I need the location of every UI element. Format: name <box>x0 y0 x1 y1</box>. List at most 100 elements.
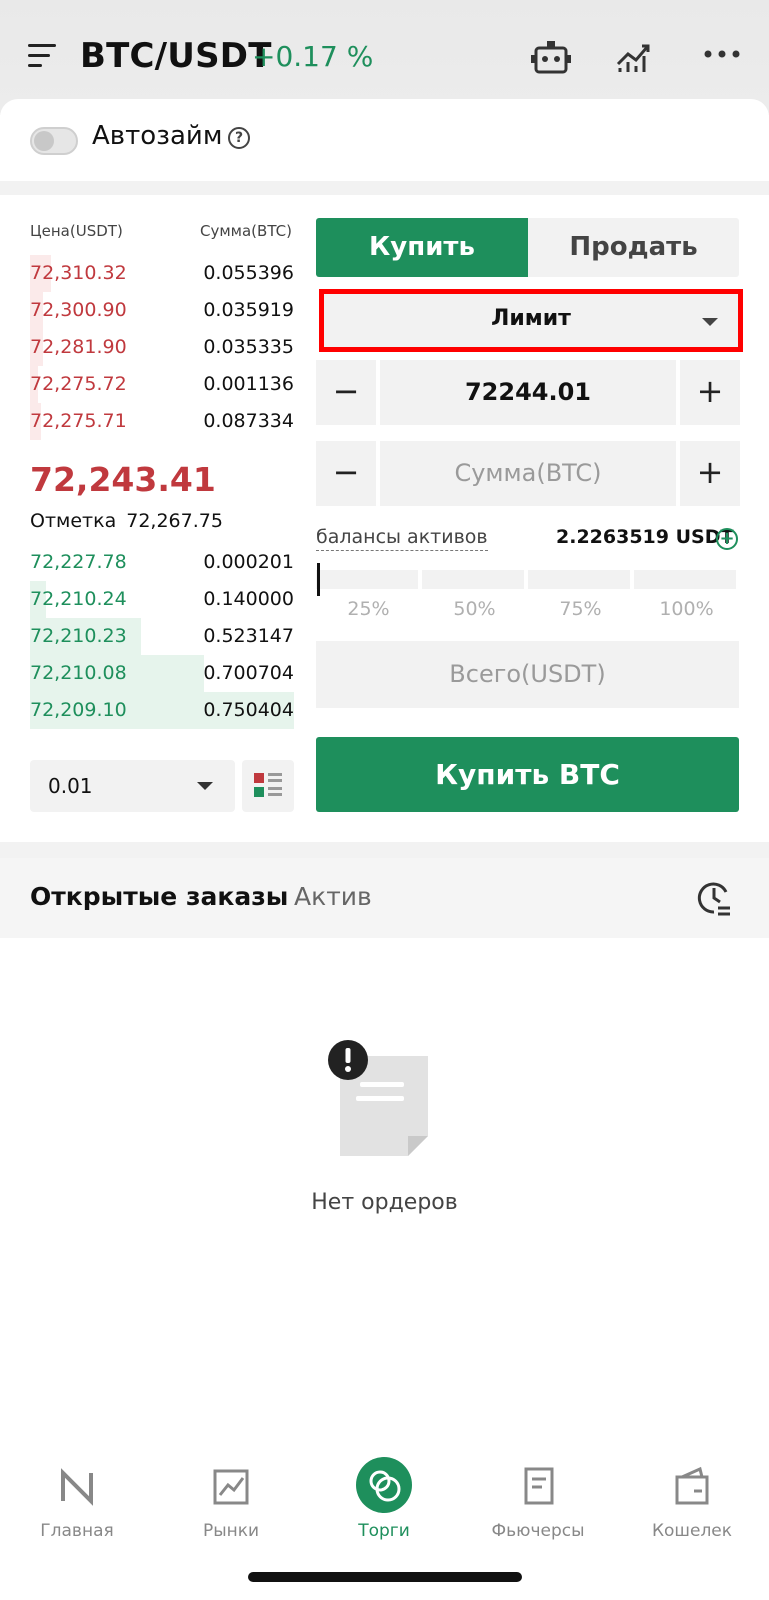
chevron-down-icon <box>702 318 718 326</box>
nav-wallet[interactable]: Кошелек <box>622 1455 762 1541</box>
pct-75[interactable]: 75% <box>528 598 633 620</box>
price-input[interactable]: 72244.01 <box>380 360 676 425</box>
total-input[interactable]: Всего(USDT) <box>316 641 739 708</box>
empty-orders-icon <box>328 1040 428 1156</box>
balance-label[interactable]: балансы активов <box>316 526 488 551</box>
nav-futures[interactable]: Фьючерсы <box>468 1455 608 1541</box>
mark-price: Отметка 72,267.75 <box>30 510 223 532</box>
chart-icon[interactable] <box>614 38 654 78</box>
nav-label: Кошелек <box>651 1521 733 1541</box>
bid-price: 72,210.23 <box>30 625 127 647</box>
help-icon[interactable]: ? <box>228 127 250 149</box>
more-icon[interactable] <box>704 48 740 60</box>
tab-open-orders[interactable]: Открытые заказы <box>30 882 288 911</box>
autozaim-label: Автозайм <box>92 121 223 151</box>
ask-amount: 0.001136 <box>203 373 294 395</box>
pct-50[interactable]: 50% <box>422 598 527 620</box>
menu-icon[interactable] <box>28 44 60 72</box>
bid-row[interactable]: 72,209.10 0.750404 <box>30 692 294 729</box>
order-type-label: Лимит <box>491 306 571 331</box>
bid-price: 72,210.24 <box>30 588 127 610</box>
bid-amount: 0.523147 <box>203 625 294 647</box>
ask-price: 72,310.32 <box>30 262 127 284</box>
amount-header: Сумма(BTC) <box>200 222 292 240</box>
nav-home[interactable]: Главная <box>7 1455 147 1541</box>
order-history-icon[interactable] <box>694 878 734 918</box>
price-change: +0.17 % <box>252 40 374 73</box>
tab-buy[interactable]: Купить <box>316 218 528 277</box>
home-indicator <box>248 1572 522 1582</box>
divider <box>0 842 769 858</box>
bid-row[interactable]: 72,210.23 0.523147 <box>30 618 294 655</box>
amount-input[interactable]: Сумма(BTC) <box>380 441 676 506</box>
ask-amount: 0.055396 <box>203 262 294 284</box>
home-logo-icon <box>61 1468 93 1506</box>
empty-orders-text: Нет ордеров <box>311 1190 458 1215</box>
slider-segment-75[interactable] <box>528 570 630 589</box>
mark-value: 72,267.75 <box>126 510 223 532</box>
amount-plus-button[interactable]: + <box>680 441 740 506</box>
price-minus-button[interactable]: − <box>316 360 376 425</box>
nav-label: Главная <box>40 1521 114 1541</box>
slider-segment-50[interactable] <box>422 570 524 589</box>
price-plus-button[interactable]: + <box>680 360 740 425</box>
price-header: Цена(USDT) <box>30 222 123 240</box>
slider-segment-100[interactable] <box>634 570 736 589</box>
slider-segment-25[interactable] <box>316 570 418 589</box>
tab-sell[interactable]: Продать <box>528 218 739 277</box>
add-funds-icon[interactable]: + <box>716 528 738 550</box>
nav-trade[interactable]: Торги <box>314 1455 454 1541</box>
divider <box>0 181 769 195</box>
robot-icon[interactable] <box>530 38 572 78</box>
ask-row[interactable]: 72,310.32 0.055396 <box>30 255 294 292</box>
bid-row[interactable]: 72,210.08 0.700704 <box>30 655 294 692</box>
ask-amount: 0.035919 <box>203 299 294 321</box>
slider-handle[interactable] <box>317 563 320 596</box>
autozaim-bar: Автозайм ? <box>0 99 769 181</box>
depth-step-select[interactable]: 0.01 <box>30 760 235 812</box>
pct-100[interactable]: 100% <box>634 598 739 620</box>
balance-value: 2.2263519 USDT <box>556 526 734 548</box>
autozaim-toggle[interactable] <box>30 127 78 155</box>
bid-row[interactable]: 72,227.78 0.000201 <box>30 544 294 581</box>
bid-price: 72,227.78 <box>30 551 127 573</box>
ask-price: 72,281.90 <box>30 336 127 358</box>
bid-amount: 0.700704 <box>203 662 294 684</box>
orderbook-view-button[interactable] <box>242 760 294 812</box>
amount-minus-button[interactable]: − <box>316 441 376 506</box>
top-header: BTC/USDT +0.17 % <box>0 0 769 115</box>
pct-25[interactable]: 25% <box>316 598 421 620</box>
bid-amount: 0.000201 <box>203 551 294 573</box>
ask-row[interactable]: 72,275.72 0.001136 <box>30 366 294 403</box>
bid-price: 72,209.10 <box>30 699 127 721</box>
bid-amount: 0.750404 <box>203 699 294 721</box>
buy-btc-button[interactable]: Купить BTC <box>316 737 739 812</box>
trade-icon <box>356 1457 412 1513</box>
nav-markets[interactable]: Рынки <box>161 1455 301 1541</box>
mark-label: Отметка <box>30 510 117 532</box>
wallet-icon <box>675 1466 709 1505</box>
depth-step-value: 0.01 <box>48 774 93 798</box>
ask-price: 72,275.71 <box>30 410 127 432</box>
markets-chart-icon <box>213 1469 249 1505</box>
order-type-select[interactable]: Лимит <box>319 289 743 352</box>
ask-amount: 0.087334 <box>203 410 294 432</box>
bid-row[interactable]: 72,210.24 0.140000 <box>30 581 294 618</box>
nav-label: Торги <box>358 1521 410 1541</box>
orders-tabs: Открытые заказы Актив <box>0 858 769 938</box>
ask-row[interactable]: 72,275.71 0.087334 <box>30 403 294 440</box>
tab-assets[interactable]: Актив <box>294 882 372 911</box>
ask-row[interactable]: 72,300.90 0.035919 <box>30 292 294 329</box>
futures-doc-icon <box>524 1467 554 1505</box>
orderbook-layout-icon <box>254 773 282 797</box>
ask-price: 72,275.72 <box>30 373 127 395</box>
ask-amount: 0.035335 <box>203 336 294 358</box>
pair-title[interactable]: BTC/USDT <box>80 36 272 76</box>
ask-row[interactable]: 72,281.90 0.035335 <box>30 329 294 366</box>
bid-price: 72,210.08 <box>30 662 127 684</box>
last-price: 72,243.41 <box>30 460 216 499</box>
ask-price: 72,300.90 <box>30 299 127 321</box>
bid-amount: 0.140000 <box>203 588 294 610</box>
nav-label: Рынки <box>202 1521 260 1541</box>
chevron-down-icon <box>197 782 213 790</box>
